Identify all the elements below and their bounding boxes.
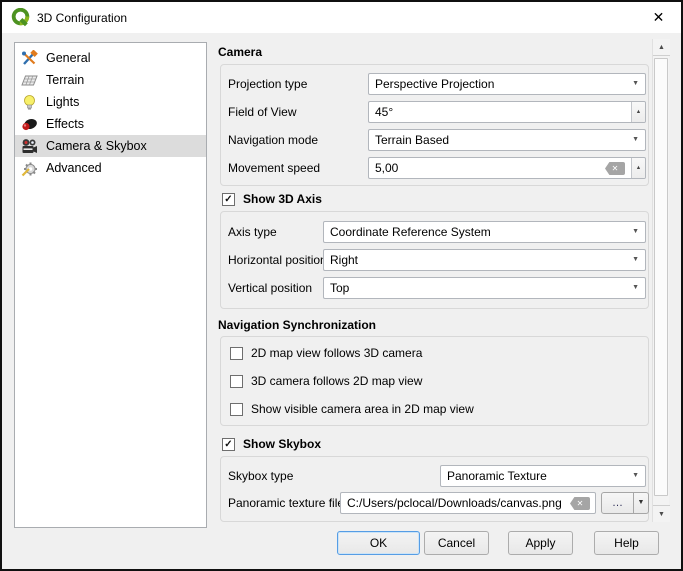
check-icon: ✓ <box>224 194 232 205</box>
camera-skybox-settings-panel: Camera Projection type Perspective Proje… <box>215 40 652 524</box>
settings-category-list: General Terrain Lights <box>14 42 207 528</box>
sidebar-item-effects[interactable]: Effects <box>15 113 206 135</box>
show-3d-axis-label: Show 3D Axis <box>243 192 322 206</box>
checkbox-unchecked[interactable] <box>230 403 243 416</box>
gear-wrench-icon <box>21 160 38 177</box>
scroll-down-icon[interactable]: ▼ <box>653 505 670 522</box>
vertical-scrollbar[interactable]: ▲ ▼ <box>652 39 669 522</box>
sidebar-item-label: Lights <box>46 95 79 109</box>
chevron-down-icon: ▼ <box>632 130 639 150</box>
spin-up-icon[interactable]: ▲ <box>632 158 645 178</box>
navigation-sync-section-title: Navigation Synchronization <box>218 318 376 332</box>
spin-up-icon[interactable]: ▲ <box>632 102 645 122</box>
terrain-icon <box>21 72 38 89</box>
movement-speed-label: Movement speed <box>228 157 320 179</box>
tools-icon <box>21 50 38 67</box>
checkbox-unchecked[interactable] <box>230 347 243 360</box>
close-icon[interactable]: ✕ <box>636 2 681 32</box>
scrollbar-thumb[interactable] <box>654 58 668 496</box>
sidebar-item-label: Advanced <box>46 161 102 175</box>
clear-value-icon[interactable]: ✕ <box>570 497 590 510</box>
3d-follows-2d-checkbox[interactable]: 3D camera follows 2D map view <box>230 373 422 389</box>
scroll-up-icon[interactable]: ▲ <box>653 39 670 56</box>
show-visible-area-label: Show visible camera area in 2D map view <box>251 402 474 416</box>
check-icon: ✓ <box>224 439 232 450</box>
show-skybox-label: Show Skybox <box>243 437 321 451</box>
selected-value: Terrain Based <box>375 133 449 147</box>
chevron-down-icon: ▼ <box>632 222 639 242</box>
sidebar-item-advanced[interactable]: Advanced <box>15 157 206 179</box>
sidebar-item-general[interactable]: General <box>15 47 206 69</box>
browse-file-splitbutton[interactable]: … ▼ <box>601 492 649 514</box>
dialog-content: General Terrain Lights <box>2 33 681 569</box>
clear-value-icon[interactable]: ✕ <box>605 162 625 175</box>
skybox-type-select[interactable]: Panoramic Texture ▼ <box>440 465 646 487</box>
browse-button[interactable]: … <box>601 492 634 514</box>
sidebar-item-camera-skybox[interactable]: Camera & Skybox <box>15 135 206 157</box>
field-of-view-spinbox[interactable]: ▲ ▼ <box>368 101 646 123</box>
3d-configuration-dialog: 3D Configuration ✕ General Terrain <box>0 0 683 571</box>
title-bar: 3D Configuration ✕ <box>2 2 681 33</box>
movement-speed-input[interactable] <box>375 158 605 178</box>
chevron-down-icon: ▼ <box>632 74 639 94</box>
chevron-down-icon: ▼ <box>632 466 639 486</box>
navigation-mode-label: Navigation mode <box>228 129 318 151</box>
sidebar-item-label: Terrain <box>46 73 84 87</box>
checkbox-checked[interactable]: ✓ <box>222 438 235 451</box>
help-button[interactable]: Help <box>594 531 659 555</box>
3d-follows-2d-label: 3D camera follows 2D map view <box>251 374 422 388</box>
video-camera-icon <box>21 138 38 155</box>
vertical-position-label: Vertical position <box>228 277 312 299</box>
axis-type-select[interactable]: Coordinate Reference System ▼ <box>323 221 646 243</box>
2d-follows-3d-checkbox[interactable]: 2D map view follows 3D camera <box>230 345 422 361</box>
checkbox-checked[interactable]: ✓ <box>222 193 235 206</box>
sidebar-item-terrain[interactable]: Terrain <box>15 69 206 91</box>
effects-icon <box>21 116 38 133</box>
sidebar-item-label: General <box>46 51 90 65</box>
show-3d-axis-checkbox[interactable]: ✓ Show 3D Axis <box>222 191 322 207</box>
ok-button[interactable]: OK <box>337 531 420 555</box>
show-visible-area-checkbox[interactable]: Show visible camera area in 2D map view <box>230 401 474 417</box>
window-title: 3D Configuration <box>37 11 127 25</box>
horizontal-position-select[interactable]: Right ▼ <box>323 249 646 271</box>
chevron-down-icon: ▼ <box>632 250 639 270</box>
movement-speed-spinbox[interactable]: ✕ ▲ ▼ <box>368 157 646 179</box>
chevron-down-icon: ▼ <box>632 278 639 298</box>
lightbulb-icon <box>21 94 38 111</box>
sidebar-item-label: Camera & Skybox <box>46 139 147 153</box>
qgis-logo-icon <box>11 8 30 27</box>
show-skybox-checkbox[interactable]: ✓ Show Skybox <box>222 436 321 452</box>
projection-type-select[interactable]: Perspective Projection ▼ <box>368 73 646 95</box>
field-of-view-label: Field of View <box>228 101 296 123</box>
selected-value: Perspective Projection <box>375 77 494 91</box>
spin-down-icon[interactable]: ▼ <box>632 178 645 179</box>
cancel-button[interactable]: Cancel <box>424 531 489 555</box>
spinner-buttons[interactable]: ▲ ▼ <box>631 102 645 122</box>
vertical-position-select[interactable]: Top ▼ <box>323 277 646 299</box>
checkbox-unchecked[interactable] <box>230 375 243 388</box>
horizontal-position-label: Horizontal position <box>228 249 327 271</box>
browse-dropdown-icon[interactable]: ▼ <box>634 492 649 514</box>
axis-type-label: Axis type <box>228 221 277 243</box>
skybox-type-label: Skybox type <box>228 465 293 487</box>
selected-value: Coordinate Reference System <box>330 225 491 239</box>
apply-button[interactable]: Apply <box>508 531 573 555</box>
selected-value: Panoramic Texture <box>447 469 547 483</box>
spin-down-icon[interactable]: ▼ <box>632 122 645 123</box>
selected-value: Top <box>330 281 349 295</box>
sidebar-item-label: Effects <box>46 117 84 131</box>
field-of-view-input[interactable] <box>375 102 629 122</box>
panoramic-texture-file-field[interactable]: ✕ <box>340 492 596 514</box>
camera-section-title: Camera <box>218 45 262 59</box>
sidebar-item-lights[interactable]: Lights <box>15 91 206 113</box>
selected-value: Right <box>330 253 358 267</box>
panoramic-texture-file-input[interactable] <box>347 493 567 513</box>
projection-type-label: Projection type <box>228 73 307 95</box>
navigation-mode-select[interactable]: Terrain Based ▼ <box>368 129 646 151</box>
2d-follows-3d-label: 2D map view follows 3D camera <box>251 346 422 360</box>
spinner-buttons[interactable]: ▲ ▼ <box>631 158 645 178</box>
panoramic-texture-file-label: Panoramic texture file <box>228 492 344 514</box>
